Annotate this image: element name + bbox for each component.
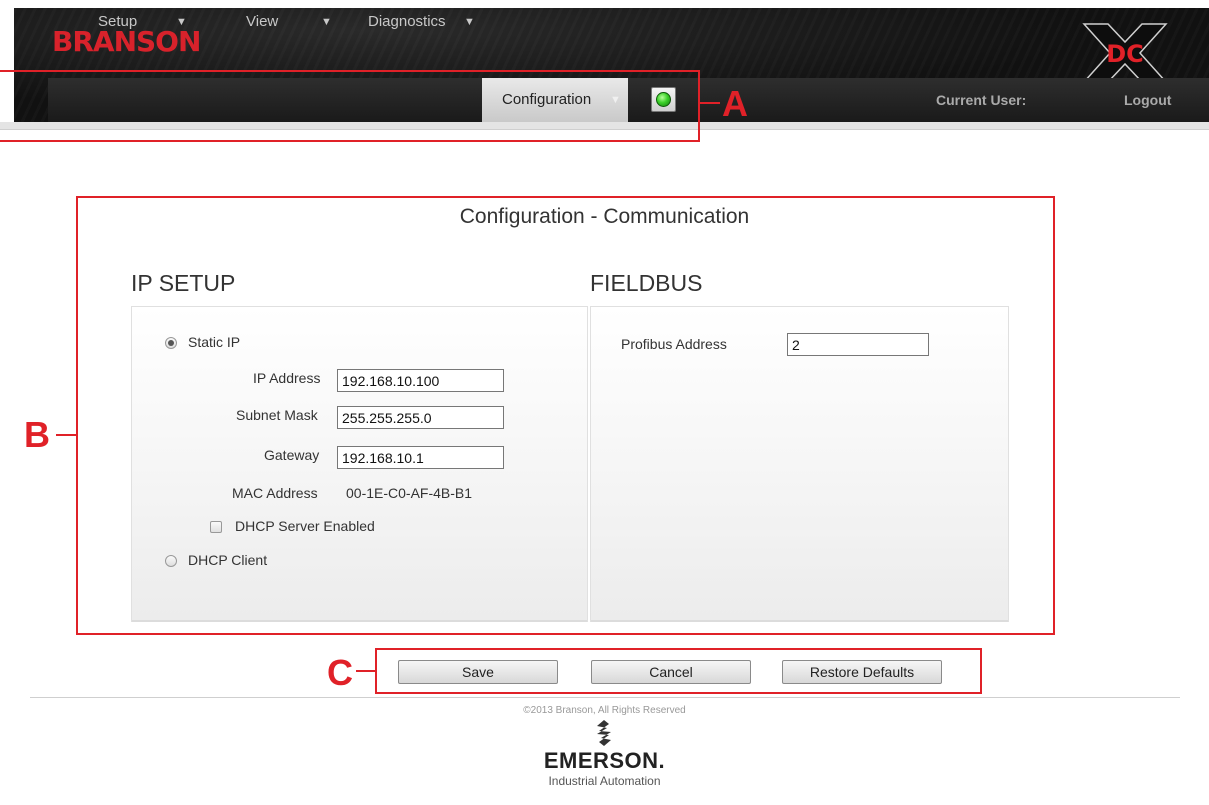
- dc-logo-text: DC: [1106, 40, 1144, 68]
- callout-line-a: [700, 102, 720, 104]
- chevron-down-icon[interactable]: ▼: [176, 0, 187, 44]
- copyright-text: ©2013 Branson, All Rights Reserved: [523, 705, 686, 716]
- callout-box-a: [0, 70, 700, 142]
- current-user-label: Current User:: [936, 92, 1027, 108]
- dc-logo-icon: DC: [1082, 23, 1168, 83]
- callout-label-b: B: [24, 414, 50, 455]
- callout-line-c: [356, 670, 375, 672]
- callout-label-a: A: [722, 83, 748, 124]
- chevron-down-icon[interactable]: ▼: [321, 0, 332, 44]
- chevron-down-icon[interactable]: ▼: [464, 0, 475, 44]
- callout-label-c: C: [327, 652, 353, 693]
- footer-divider: [30, 697, 1180, 698]
- callout-line-b: [56, 434, 76, 436]
- emerson-logo-icon: [597, 720, 611, 746]
- logout-link[interactable]: Logout: [1124, 92, 1171, 108]
- emerson-tagline: Industrial Automation: [548, 774, 661, 788]
- nav-diagnostics[interactable]: Diagnostics: [368, 0, 446, 44]
- nav-view-label: View: [246, 13, 279, 30]
- nav-view[interactable]: View: [246, 0, 278, 44]
- nav-setup-label: Setup: [98, 13, 138, 30]
- emerson-wordmark: EMERSON.: [543, 748, 666, 773]
- callout-box-b: [76, 196, 1055, 635]
- callout-box-c: [375, 648, 982, 694]
- nav-diagnostics-label: Diagnostics: [368, 13, 446, 30]
- nav-setup[interactable]: Setup: [98, 0, 137, 44]
